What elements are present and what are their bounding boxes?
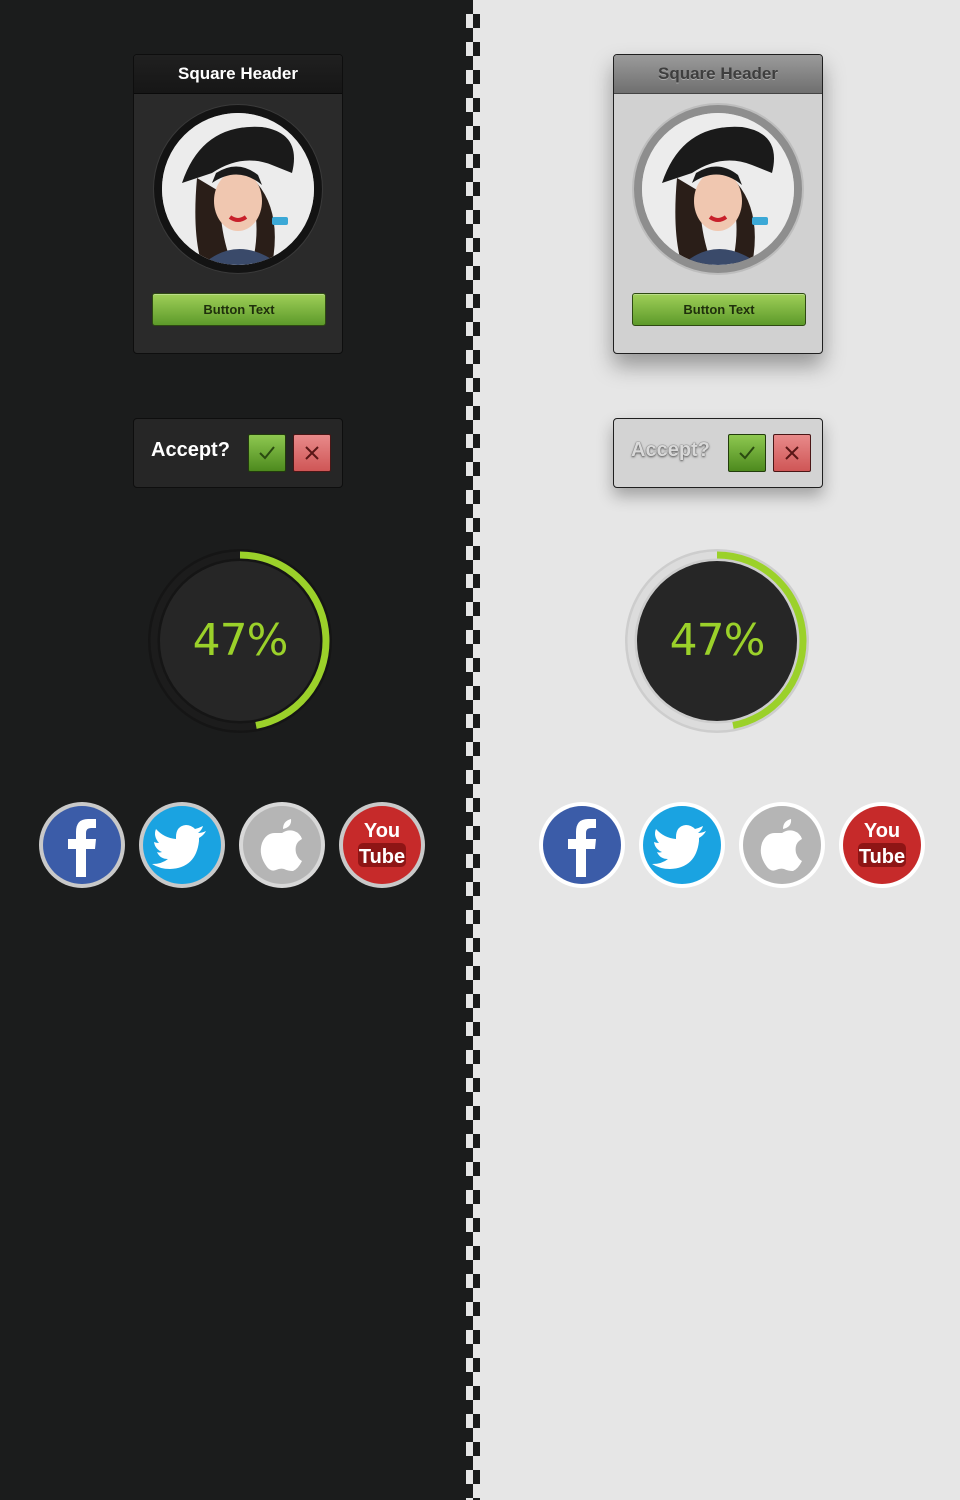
progress-label: 47% bbox=[669, 615, 766, 666]
youtube-you-text: You bbox=[364, 820, 400, 842]
facebook-button-dark[interactable] bbox=[38, 801, 126, 889]
facebook-button-light[interactable] bbox=[538, 801, 626, 889]
accept-button[interactable] bbox=[728, 434, 766, 472]
youtube-tube-text: Tube bbox=[359, 846, 405, 868]
card-header: Square Header bbox=[614, 55, 822, 94]
check-icon bbox=[739, 446, 755, 460]
twitter-button-light[interactable] bbox=[638, 801, 726, 889]
accept-label: Accept? bbox=[631, 439, 710, 461]
progress-label: 47% bbox=[192, 615, 289, 666]
apple-icon bbox=[739, 802, 825, 888]
profile-photo-icon bbox=[642, 113, 794, 265]
apple-icon bbox=[239, 802, 325, 888]
profile-card-light: Square Header Button Text bbox=[613, 54, 823, 354]
avatar bbox=[642, 113, 794, 265]
accept-label: Accept? bbox=[151, 439, 230, 461]
youtube-you-text: You bbox=[864, 820, 900, 842]
youtube-button-dark[interactable]: You Tube bbox=[338, 801, 426, 889]
profile-card-dark: Square Header Button Text bbox=[133, 54, 343, 354]
avatar-ring bbox=[634, 105, 802, 273]
close-icon bbox=[785, 446, 799, 460]
reject-button[interactable] bbox=[773, 434, 811, 472]
action-button[interactable]: Button Text bbox=[632, 293, 806, 326]
avatar-ring bbox=[154, 105, 322, 273]
apple-button-light[interactable] bbox=[738, 801, 826, 889]
check-icon bbox=[259, 446, 275, 460]
twitter-icon bbox=[639, 802, 725, 888]
facebook-icon bbox=[39, 802, 125, 888]
apple-button-dark[interactable] bbox=[238, 801, 326, 889]
twitter-button-dark[interactable] bbox=[138, 801, 226, 889]
progress-ring-dark: 47% bbox=[146, 547, 334, 735]
avatar bbox=[162, 113, 314, 265]
facebook-icon bbox=[539, 802, 625, 888]
accept-panel-dark: Accept? bbox=[133, 418, 343, 488]
card-header: Square Header bbox=[134, 55, 342, 94]
accept-panel-light: Accept? bbox=[613, 418, 823, 488]
youtube-button-light[interactable]: You Tube bbox=[838, 801, 926, 889]
youtube-icon: You Tube bbox=[839, 802, 925, 888]
close-icon bbox=[305, 446, 319, 460]
zigzag-divider bbox=[466, 0, 473, 1500]
profile-photo-icon bbox=[162, 113, 314, 265]
youtube-icon: You Tube bbox=[339, 802, 425, 888]
action-button[interactable]: Button Text bbox=[152, 293, 326, 326]
progress-ring-light: 47% bbox=[623, 547, 811, 735]
reject-button[interactable] bbox=[293, 434, 331, 472]
zigzag-divider-inner bbox=[473, 0, 480, 1500]
youtube-tube-text: Tube bbox=[859, 846, 905, 868]
accept-button[interactable] bbox=[248, 434, 286, 472]
twitter-icon bbox=[139, 802, 225, 888]
